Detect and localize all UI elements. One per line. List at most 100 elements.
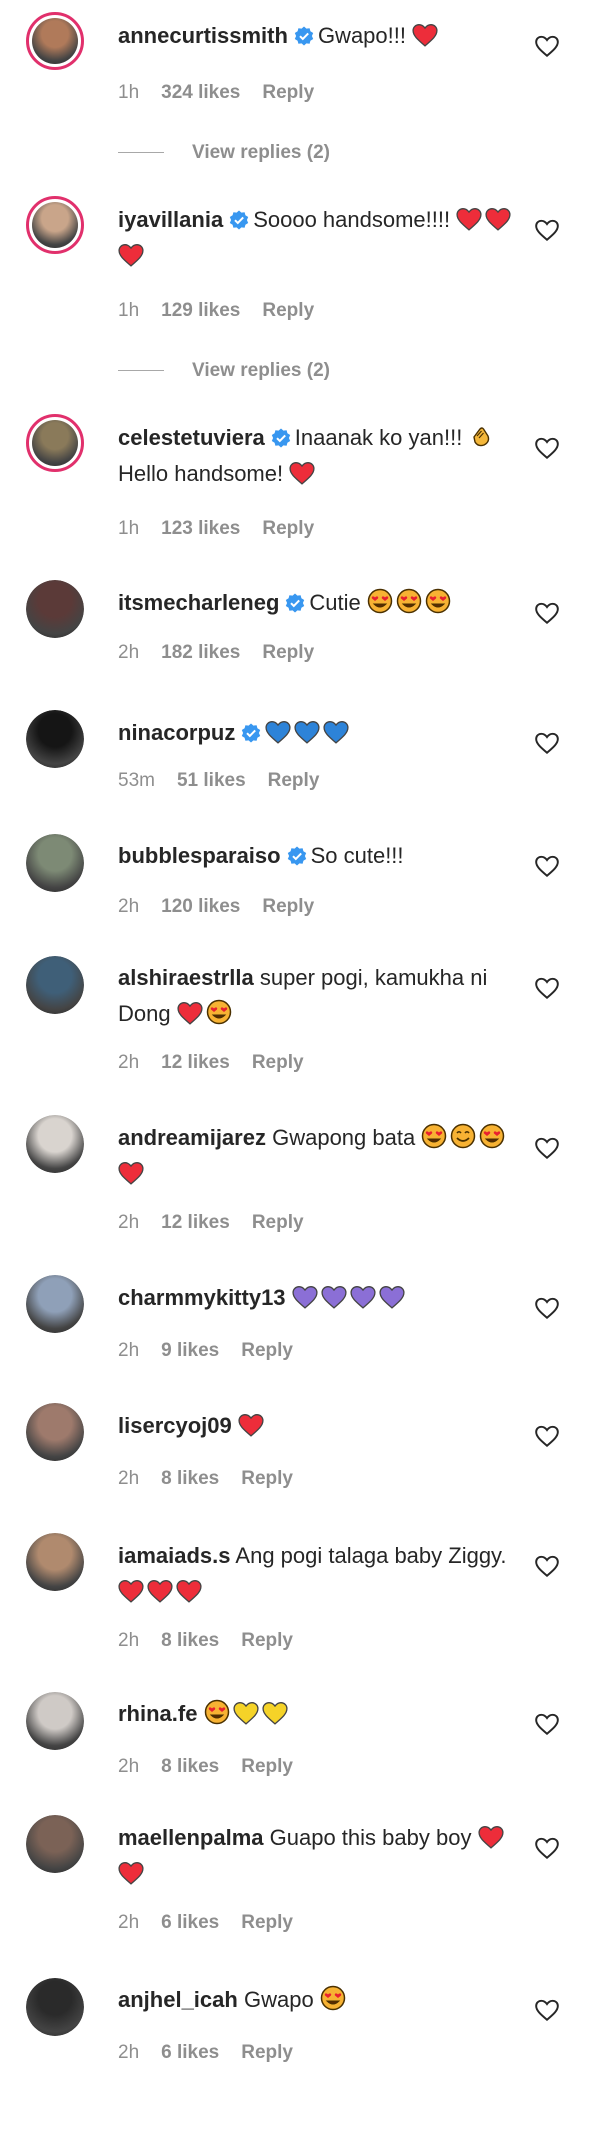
like-heart-icon[interactable] xyxy=(534,1424,560,1448)
avatar-image xyxy=(32,202,78,248)
comment-body: maellenpalma Guapo this baby boy xyxy=(118,1820,528,1892)
red-heart-icon xyxy=(118,1162,144,1185)
reply-button[interactable]: Reply xyxy=(262,300,314,321)
comment-time: 53m xyxy=(118,770,155,791)
comment-meta: 2h 9 likes Reply xyxy=(118,1340,315,1362)
red-heart-icon xyxy=(485,208,511,231)
purple-heart-icon xyxy=(350,1286,376,1309)
avatar[interactable] xyxy=(26,1403,84,1461)
comment-likes[interactable]: 6 likes xyxy=(161,2042,219,2063)
comment-time: 2h xyxy=(118,1052,140,1073)
reply-button[interactable]: Reply xyxy=(252,1212,304,1233)
comment-username[interactable]: annecurtissmith xyxy=(118,23,288,48)
comment-time: 2h xyxy=(118,1912,140,1933)
comment-likes[interactable]: 8 likes xyxy=(161,1468,219,1489)
avatar[interactable] xyxy=(26,710,84,768)
comment-text: Inaanak ko yan!!! xyxy=(294,425,463,450)
reply-button[interactable]: Reply xyxy=(241,2042,293,2063)
reply-button[interactable]: Reply xyxy=(241,1912,293,1933)
reply-button[interactable]: Reply xyxy=(252,1052,304,1073)
avatar-image xyxy=(26,1403,84,1461)
comment-username[interactable]: charmmykitty13 xyxy=(118,1285,286,1310)
reply-button[interactable]: Reply xyxy=(262,896,314,917)
avatar[interactable] xyxy=(26,196,84,254)
avatar-image xyxy=(26,710,84,768)
reply-button[interactable]: Reply xyxy=(262,82,314,103)
comment-username[interactable]: rhina.fe xyxy=(118,1701,197,1726)
comment-username[interactable]: iyavillania xyxy=(118,207,223,232)
avatar[interactable] xyxy=(26,580,84,638)
reply-button[interactable]: Reply xyxy=(262,518,314,539)
comment-username[interactable]: itsmecharleneg xyxy=(118,590,279,615)
like-heart-icon[interactable] xyxy=(534,34,560,58)
like-heart-icon[interactable] xyxy=(534,436,560,460)
avatar[interactable] xyxy=(26,956,84,1014)
comment-likes[interactable]: 120 likes xyxy=(161,896,240,917)
view-replies-button[interactable]: View replies (2) xyxy=(118,360,330,382)
reply-button[interactable]: Reply xyxy=(241,1630,293,1651)
comment-username[interactable]: alshiraestrlla xyxy=(118,965,254,990)
comment-time: 2h xyxy=(118,1468,140,1489)
red-heart-icon xyxy=(176,1580,202,1603)
view-replies-button[interactable]: View replies (2) xyxy=(118,142,330,164)
avatar-image xyxy=(26,956,84,1014)
comment-likes[interactable]: 12 likes xyxy=(161,1212,230,1233)
heart-eyes-icon xyxy=(367,588,393,614)
comment-time: 1h xyxy=(118,518,140,539)
comment-likes[interactable]: 9 likes xyxy=(161,1340,219,1361)
yellow-heart-icon xyxy=(262,1702,288,1725)
like-heart-icon[interactable] xyxy=(534,601,560,625)
avatar[interactable] xyxy=(26,1692,84,1750)
comment-username[interactable]: anjhel_icah xyxy=(118,1987,238,2012)
reply-button[interactable]: Reply xyxy=(268,770,320,791)
purple-heart-icon xyxy=(321,1286,347,1309)
comment-body: charmmykitty13 xyxy=(118,1280,528,1316)
comment-username[interactable]: celestetuviera xyxy=(118,425,265,450)
like-heart-icon[interactable] xyxy=(534,1296,560,1320)
comment-likes[interactable]: 8 likes xyxy=(161,1756,219,1777)
comment-likes[interactable]: 182 likes xyxy=(161,642,240,663)
comment-username[interactable]: andreamijarez xyxy=(118,1125,266,1150)
avatar[interactable] xyxy=(26,1275,84,1333)
avatar[interactable] xyxy=(26,1978,84,2036)
comment-likes[interactable]: 324 likes xyxy=(161,82,240,103)
comment-username[interactable]: lisercyoj09 xyxy=(118,1413,232,1438)
avatar[interactable] xyxy=(26,1533,84,1591)
like-heart-icon[interactable] xyxy=(534,1712,560,1736)
avatar[interactable] xyxy=(26,1115,84,1173)
avatar[interactable] xyxy=(26,834,84,892)
comment-likes[interactable]: 123 likes xyxy=(161,518,240,539)
comment-username[interactable]: iamaiads.s xyxy=(118,1543,231,1568)
like-heart-icon[interactable] xyxy=(534,854,560,878)
avatar[interactable] xyxy=(26,12,84,70)
like-heart-icon[interactable] xyxy=(534,218,560,242)
comment-meta: 2h 12 likes Reply xyxy=(118,1052,326,1074)
comment-username[interactable]: maellenpalma xyxy=(118,1825,264,1850)
red-heart-icon xyxy=(456,208,482,231)
like-heart-icon[interactable] xyxy=(534,1136,560,1160)
comment-likes[interactable]: 129 likes xyxy=(161,300,240,321)
comment-meta: 1h 324 likes Reply xyxy=(118,82,336,104)
comment-body: celestetuviera Inaanak ko yan!!! Hello h… xyxy=(118,420,528,492)
comment-likes[interactable]: 6 likes xyxy=(161,1912,219,1933)
like-heart-icon[interactable] xyxy=(534,1998,560,2022)
like-heart-icon[interactable] xyxy=(534,976,560,1000)
red-heart-icon xyxy=(238,1414,264,1437)
avatar[interactable] xyxy=(26,1815,84,1873)
avatar-image xyxy=(26,1115,84,1173)
comment-likes[interactable]: 51 likes xyxy=(177,770,246,791)
like-heart-icon[interactable] xyxy=(534,1554,560,1578)
reply-button[interactable]: Reply xyxy=(241,1468,293,1489)
avatar[interactable] xyxy=(26,414,84,472)
heart-eyes-icon xyxy=(320,1985,346,2011)
like-heart-icon[interactable] xyxy=(534,1836,560,1860)
comment-username[interactable]: bubblesparaiso xyxy=(118,843,281,868)
comment-likes[interactable]: 8 likes xyxy=(161,1630,219,1651)
reply-button[interactable]: Reply xyxy=(241,1340,293,1361)
reply-button[interactable]: Reply xyxy=(241,1756,293,1777)
comment-likes[interactable]: 12 likes xyxy=(161,1052,230,1073)
like-heart-icon[interactable] xyxy=(534,731,560,755)
comment-text: Gwapo!!! xyxy=(317,23,406,48)
reply-button[interactable]: Reply xyxy=(262,642,314,663)
comment-username[interactable]: ninacorpuz xyxy=(118,720,235,745)
